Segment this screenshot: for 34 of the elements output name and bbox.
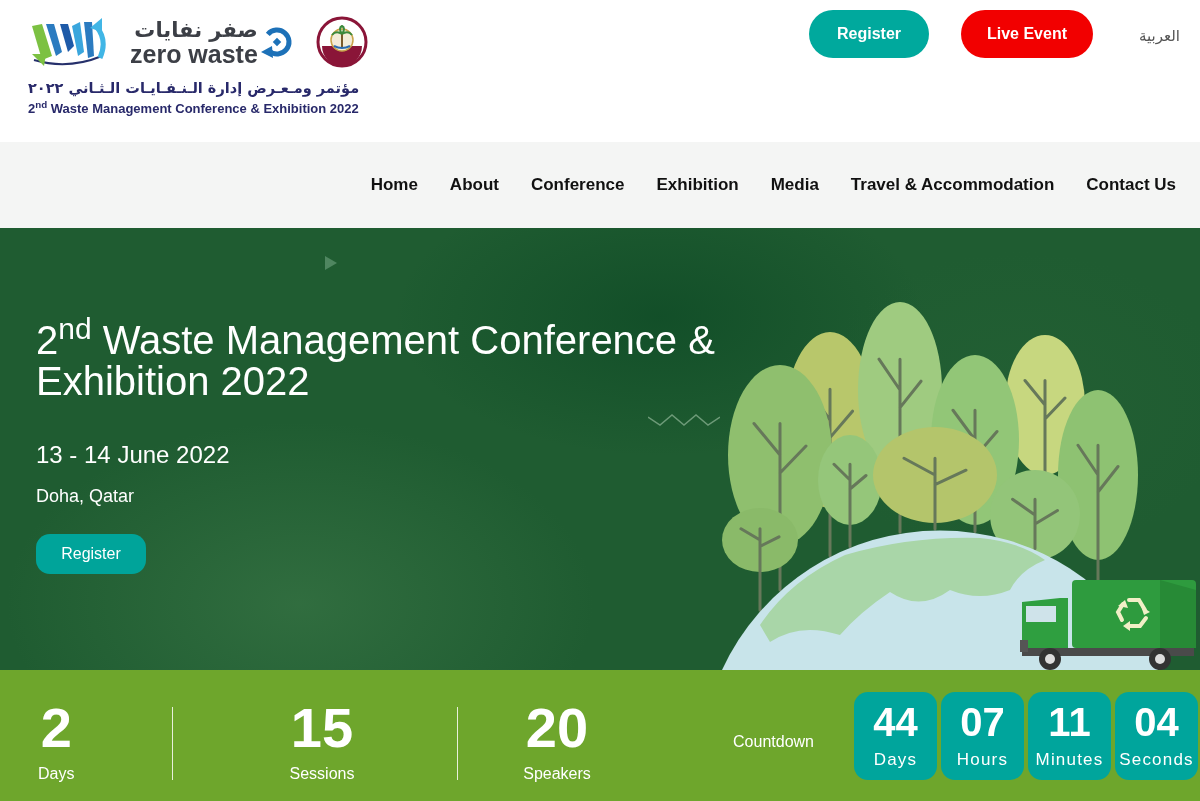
- countdown-unit: Hours: [956, 749, 1009, 770]
- nav-link[interactable]: Home: [370, 172, 418, 198]
- nav-link[interactable]: About: [449, 172, 499, 198]
- countdown-label: Countdown: [733, 731, 814, 752]
- countdown-unit: Minutes: [1035, 749, 1104, 770]
- recycle-icon: [1115, 598, 1150, 631]
- stat-label: Days: [38, 763, 75, 784]
- event-title: 2$^{nd}$ Waste Management Conference & Exhibition 2022: [28, 101, 359, 117]
- countdown-unit: Days: [873, 749, 918, 770]
- stat-number: 20: [525, 699, 589, 756]
- countdown-number: 04: [1134, 701, 1179, 742]
- zigzag-icon: [648, 413, 720, 427]
- nav-link[interactable]: Contact Us: [1086, 172, 1176, 198]
- emblem-icon: [315, 16, 368, 68]
- nav-link[interactable]: Conference: [530, 172, 625, 198]
- nav-link[interactable]: Travel & Accommodation: [850, 172, 1055, 198]
- language-link[interactable]: العربية: [1139, 25, 1180, 48]
- event-date: 13 - 14 June 2022: [36, 440, 230, 470]
- stat-number: 2: [40, 699, 72, 756]
- logo-name-text: zero waste: [130, 42, 258, 66]
- stat-label: Sessions: [289, 763, 355, 784]
- event-location: Doha, Qatar: [36, 485, 135, 508]
- nav-link[interactable]: Exhibition: [656, 172, 739, 198]
- countdown-number: 11: [1048, 701, 1091, 742]
- countdown-unit: Seconds: [1119, 749, 1194, 770]
- stat-label: Speakers: [523, 763, 591, 784]
- triangle-icon: [325, 256, 337, 270]
- event-title-arabic: مؤتمر ومـعـرض إدارة الـنـفـايـات الـثـاني ٢٠٢٢: [28, 79, 360, 98]
- logo-arabic-text: صفر نفايات: [134, 18, 258, 42]
- countdown-number: 07: [960, 701, 1005, 742]
- nav-link[interactable]: Media: [770, 172, 819, 198]
- live-event-button[interactable]: Live Event: [961, 10, 1093, 58]
- countdown-number: 44: [873, 701, 918, 742]
- stat-number: 15: [290, 699, 354, 756]
